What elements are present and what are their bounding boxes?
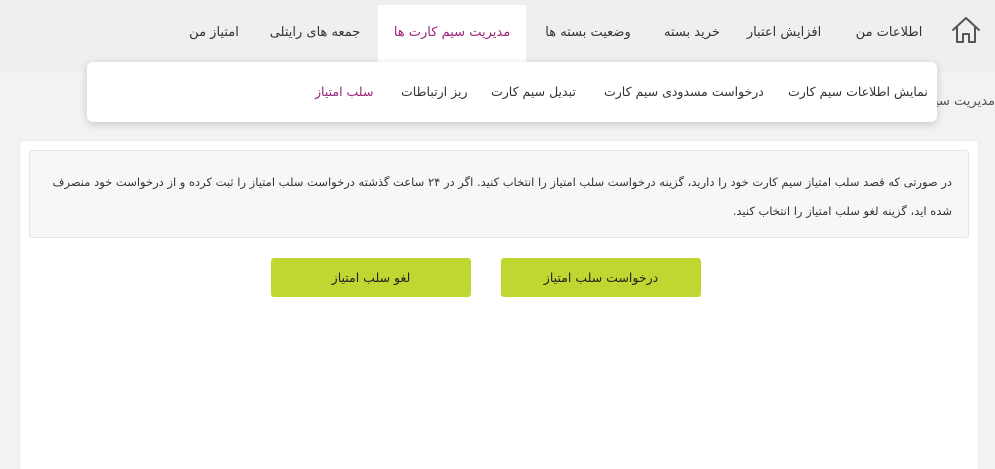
submenu-item-sim-info[interactable]: نمایش اطلاعات سیم کارت xyxy=(788,62,928,120)
submenu-item-block-request[interactable]: درخواست مسدودی سیم کارت xyxy=(604,62,764,120)
nav-tab-sim-management[interactable]: مدیریت سیم کارت ها xyxy=(378,5,526,67)
nav-tab-buy-package[interactable]: خرید بسته xyxy=(655,5,729,67)
nav-tab-label: جمعه های رایتلی xyxy=(269,24,361,40)
home-icon xyxy=(952,17,980,43)
submenu-item-label: تبدیل سیم کارت xyxy=(491,83,576,99)
sim-management-submenu: نمایش اطلاعات سیم کارت درخواست مسدودی سی… xyxy=(87,62,937,122)
nav-tab-label: وضعیت بسته ها xyxy=(545,24,631,40)
nav-tab-label: امتیاز من xyxy=(189,24,239,40)
nav-tab-label: افزایش اعتبار xyxy=(746,24,822,40)
submenu-item-revoke-privilege[interactable]: سلب امتیاز xyxy=(315,62,373,120)
request-revoke-button[interactable]: درخواست سلب امتیاز xyxy=(501,258,701,297)
submenu-item-sim-swap[interactable]: تبدیل سیم کارت xyxy=(491,62,576,120)
nav-tab-my-info[interactable]: اطلاعات من xyxy=(842,5,936,67)
nav-tab-label: مدیریت سیم کارت ها xyxy=(393,24,511,40)
nav-tab-label: خرید بسته xyxy=(664,24,720,40)
nav-tab-my-points[interactable]: امتیاز من xyxy=(178,5,250,67)
submenu-item-label: سلب امتیاز xyxy=(315,83,374,99)
submenu-item-label: ریز ارتباطات xyxy=(401,83,468,99)
nav-tab-package-status[interactable]: وضعیت بسته ها xyxy=(532,5,644,67)
notice-text: در صورتی که قصد سلب امتیاز سیم کارت خود … xyxy=(52,175,952,218)
page: اطلاعات من افزایش اعتبار خرید بسته وضعیت… xyxy=(0,0,995,469)
submenu-item-label: درخواست مسدودی سیم کارت xyxy=(604,83,764,99)
home-button[interactable] xyxy=(950,14,982,46)
cancel-revoke-button[interactable]: لغو سلب امتیاز xyxy=(271,258,471,297)
button-label: درخواست سلب امتیاز xyxy=(543,270,659,285)
nav-tab-label: اطلاعات من xyxy=(855,24,923,40)
submenu-item-label: نمایش اطلاعات سیم کارت xyxy=(788,83,928,99)
nav-tab-rightel-fridays[interactable]: جمعه های رایتلی xyxy=(258,5,372,67)
info-notice: در صورتی که قصد سلب امتیاز سیم کارت خود … xyxy=(29,150,969,238)
nav-tab-add-credit[interactable]: افزایش اعتبار xyxy=(740,5,828,67)
submenu-item-call-details[interactable]: ریز ارتباطات xyxy=(401,62,467,120)
button-label: لغو سلب امتیاز xyxy=(331,270,411,285)
